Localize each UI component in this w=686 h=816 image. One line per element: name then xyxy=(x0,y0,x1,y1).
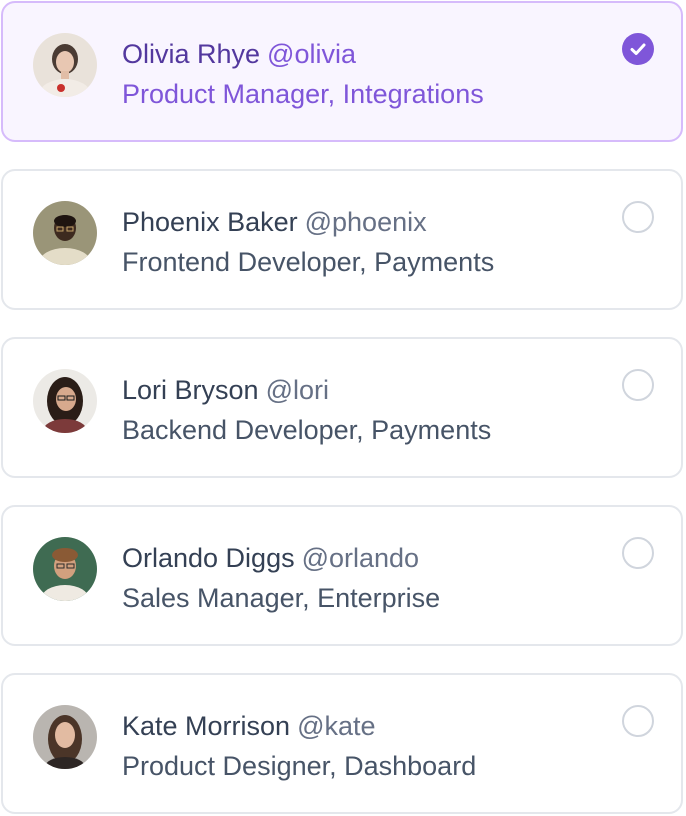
member-card-orlando[interactable]: Orlando Diggs @orlando Sales Manager, Ent… xyxy=(1,505,683,646)
member-name: Phoenix Baker xyxy=(122,207,298,237)
member-name: Lori Bryson xyxy=(122,375,259,405)
member-name: Olivia Rhye xyxy=(122,39,261,69)
avatar xyxy=(33,369,97,433)
checkbox-unchecked[interactable] xyxy=(622,369,654,401)
avatar xyxy=(33,705,97,769)
member-role: Sales Manager, Enterprise xyxy=(122,583,441,613)
member-handle: @olivia xyxy=(267,39,356,69)
member-handle: @lori xyxy=(265,375,329,405)
member-name: Orlando Diggs xyxy=(122,543,295,573)
member-handle: @phoenix xyxy=(304,207,427,237)
member-name-line: Lori Bryson @lori xyxy=(122,373,329,407)
member-name-line: Orlando Diggs @orlando xyxy=(122,541,419,575)
member-role: Frontend Developer, Payments xyxy=(122,247,495,277)
checkbox-unchecked[interactable] xyxy=(622,705,654,737)
member-handle: @orlando xyxy=(301,543,420,573)
member-card-olivia[interactable]: Olivia Rhye @olivia Product Manager, Inte… xyxy=(1,1,683,142)
avatar xyxy=(33,201,97,265)
checkbox-unchecked[interactable] xyxy=(622,537,654,569)
member-name-line: Kate Morrison @kate xyxy=(122,709,376,743)
member-name: Kate Morrison xyxy=(122,711,291,741)
member-role: Product Designer, Dashboard xyxy=(122,751,477,781)
check-icon xyxy=(630,43,646,55)
member-role: Backend Developer, Payments xyxy=(122,415,492,445)
member-role: Product Manager, Integrations xyxy=(122,79,484,109)
checkbox-unchecked[interactable] xyxy=(622,201,654,233)
member-card-phoenix[interactable]: Phoenix Baker @phoenix Frontend Developer… xyxy=(1,169,683,310)
member-name-line: Phoenix Baker @phoenix xyxy=(122,205,427,239)
member-card-lori[interactable]: Lori Bryson @lori Backend Developer, Paym… xyxy=(1,337,683,478)
member-card-kate[interactable]: Kate Morrison @kate Product Designer, Das… xyxy=(1,673,683,814)
avatar xyxy=(33,537,97,601)
member-name-line: Olivia Rhye @olivia xyxy=(122,37,356,71)
checkbox-checked[interactable] xyxy=(622,33,654,65)
avatar xyxy=(33,33,97,97)
member-handle: @kate xyxy=(297,711,376,741)
team-member-radio-list: Olivia Rhye @olivia Product Manager, Inte… xyxy=(0,0,686,816)
